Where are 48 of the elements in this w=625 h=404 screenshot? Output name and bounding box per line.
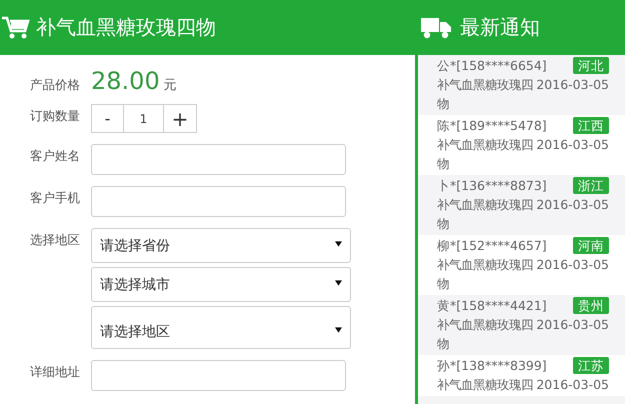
buyer-text: 卜*[136****8873] <box>437 177 547 195</box>
region-dropdown[interactable]: 请选择省份 <box>91 228 351 263</box>
product-name: 补气血黑糖玫瑰四物 <box>437 256 534 293</box>
phone-input[interactable] <box>91 186 346 217</box>
product-name: 补气血黑糖玫瑰四物 <box>437 76 534 113</box>
buyer-text: 柳*[152****4657] <box>437 237 547 255</box>
field-label: 客户姓名 <box>30 147 81 165</box>
region-tag: 贵州 <box>573 297 609 314</box>
field-label: 客户手机 <box>30 189 81 207</box>
field-label: 选择地区 <box>30 231 81 249</box>
buyer-text: 黄*[158****4421] <box>437 297 547 315</box>
name-input[interactable] <box>91 144 346 175</box>
region-dropdown[interactable]: 请选择地区 <box>91 306 351 349</box>
plus-button[interactable]: + <box>164 104 197 133</box>
buyer-text: 陈*[189****5478] <box>437 117 547 135</box>
field-label: 订购数量 <box>30 107 81 125</box>
notice-date: 2016-03-05 <box>536 76 609 94</box>
caret-icon <box>335 240 342 246</box>
field-label: 详细地址 <box>30 363 81 381</box>
notice-date: 2016-03-05 <box>536 136 609 154</box>
region-tag: 河北 <box>573 57 609 74</box>
notice-date: 2016-03-05 <box>536 376 609 394</box>
address-input[interactable] <box>91 360 346 391</box>
region-tag: 浙江 <box>573 177 609 194</box>
product-name: 补气血黑糖玫瑰四物 <box>437 136 534 173</box>
product-name: 补气血黑糖玫瑰四 <box>437 376 534 394</box>
region-tag: 河南 <box>573 237 609 254</box>
price-value: 28.00 <box>91 67 160 95</box>
field-label: 产品价格 <box>30 77 81 94</box>
notice-date: 2016-03-05 <box>536 256 609 274</box>
buyer-text: 孙*[138****8399] <box>437 357 547 375</box>
region-dropdown[interactable]: 请选择城市 <box>91 267 351 302</box>
buyer-text: 公*[158****6654] <box>437 57 547 75</box>
price-unit: 元 <box>164 77 177 94</box>
caret-icon <box>335 280 342 286</box>
cart-icon <box>2 16 30 40</box>
minus-button[interactable]: - <box>91 104 124 133</box>
notices-title: 最新通知 <box>460 14 540 41</box>
product-name: 补气血黑糖玫瑰四物 <box>437 196 534 233</box>
caret-icon <box>335 326 342 332</box>
notice-date: 2016-03-05 <box>536 316 609 334</box>
notice-date: 2016-03-05 <box>536 196 609 214</box>
product-name: 补气血黑糖玫瑰四物 <box>437 316 534 353</box>
region-tag: 江苏 <box>573 357 609 374</box>
truck-icon <box>421 16 451 38</box>
product-title: 补气血黑糖玫瑰四物 <box>36 14 216 41</box>
region-tag: 江西 <box>573 117 609 134</box>
quantity-field[interactable]: 1 <box>124 104 164 133</box>
